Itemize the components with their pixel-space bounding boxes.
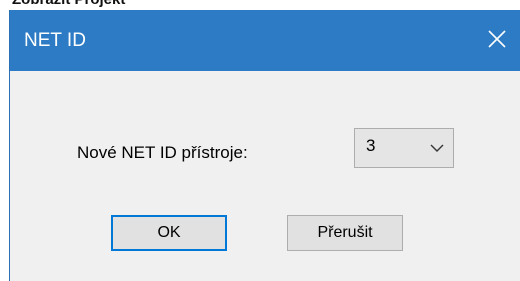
dialog-title: NET ID: [24, 30, 86, 51]
close-button[interactable]: [474, 10, 520, 71]
net-id-label: Nové NET ID přístroje:: [77, 143, 248, 162]
ok-button[interactable]: OK: [111, 215, 227, 251]
dialog-titlebar[interactable]: NET ID: [10, 10, 520, 71]
dialog-body: Nové NET ID přístroje: 3 OK Přerušit: [10, 71, 520, 281]
chevron-down-icon: [430, 144, 444, 152]
background-window-bar: Zobrazit Projekt: [0, 0, 520, 10]
net-id-select[interactable]: 3: [354, 128, 454, 168]
net-id-select-value: 3: [366, 136, 376, 155]
net-id-dialog: NET ID Nové NET ID přístroje: 3 OK Přeru…: [9, 10, 520, 281]
cancel-button[interactable]: Přerušit: [287, 215, 403, 251]
background-window-title: Zobrazit Projekt: [12, 0, 125, 8]
close-icon: [488, 30, 506, 48]
